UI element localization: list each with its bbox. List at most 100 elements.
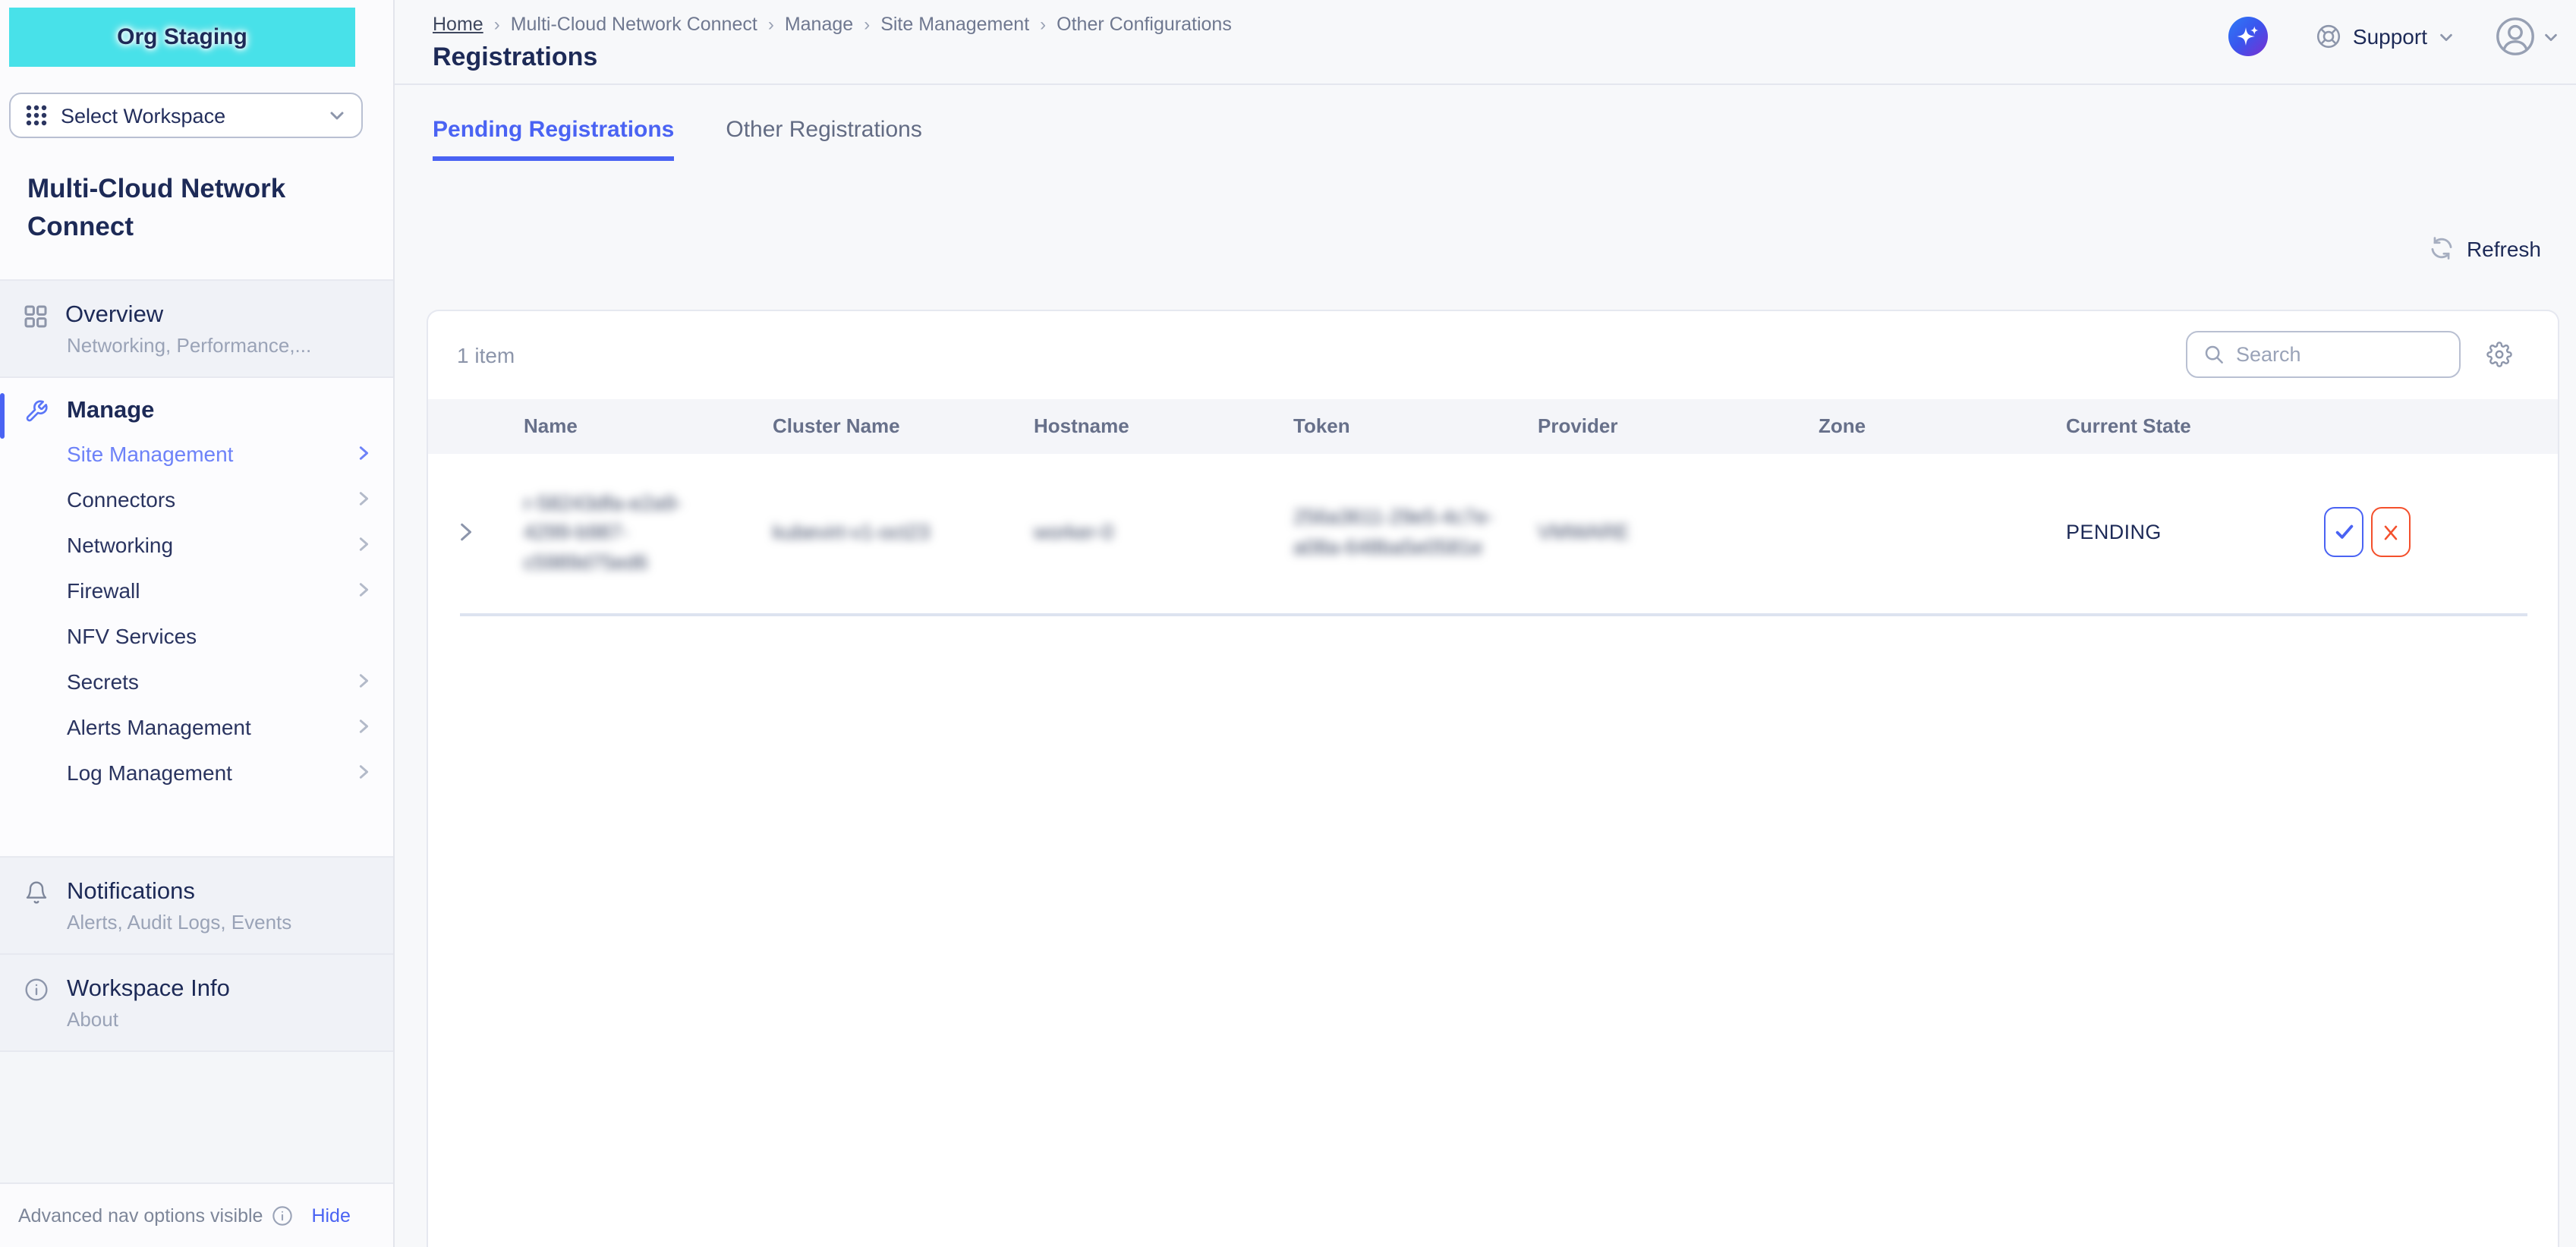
cell-cluster-name: kubevirt-v1-oct23	[773, 518, 1034, 547]
content: Home › Multi-Cloud Network Connect › Man…	[395, 0, 2576, 1247]
sidebar-item-label: Workspace Info	[67, 975, 230, 1003]
sidebar-item-label: Overview	[65, 301, 163, 329]
sidebar-item-label: Manage	[67, 397, 154, 424]
chevron-right-icon	[355, 718, 372, 735]
info-icon	[272, 1204, 293, 1226]
refresh-icon	[2429, 235, 2455, 261]
sidebar-item-site-management[interactable]: Site Management	[0, 430, 393, 476]
cell-provider: VMWARE	[1538, 518, 1819, 547]
wrench-icon	[24, 398, 49, 423]
chevron-right-icon: ›	[1029, 14, 1057, 35]
workspace-title: Multi-Cloud Network Connect	[27, 170, 357, 245]
cell-hostname: worker-0	[1034, 518, 1293, 547]
table-header: Name Cluster Name Hostname Token Provide…	[428, 398, 2558, 453]
chevron-down-icon	[2543, 28, 2559, 45]
breadcrumb-item[interactable]: Manage	[785, 14, 853, 35]
tab-other-registrations[interactable]: Other Registrations	[726, 117, 921, 161]
user-avatar-icon	[2496, 17, 2535, 56]
table-toolbar: 1 item	[428, 310, 2558, 398]
ai-assistant-button[interactable]	[2228, 17, 2268, 56]
sidebar-footer: Advanced nav options visible Hide	[0, 1182, 393, 1247]
row-expand-icon[interactable]	[428, 523, 524, 543]
bell-icon	[24, 880, 49, 904]
sidebar-item-manage[interactable]: Manage	[0, 377, 393, 430]
column-header-provider: Provider	[1538, 414, 1819, 437]
tab-pending-registrations[interactable]: Pending Registrations	[433, 117, 674, 161]
sidebar-item-label: Connectors	[67, 487, 175, 511]
cell-actions	[2324, 508, 2558, 558]
search-icon	[2203, 343, 2225, 366]
sidebar-section-manage: Manage Site Management Connectors Networ…	[0, 376, 393, 855]
support-menu[interactable]: Support	[2315, 23, 2455, 50]
refresh-label: Refresh	[2467, 236, 2541, 260]
info-icon	[24, 977, 49, 1001]
sidebar-item-overview[interactable]: Overview Networking, Performance,...	[0, 279, 393, 376]
row-divider	[460, 613, 2527, 616]
gear-icon[interactable]	[2486, 342, 2512, 367]
registrations-table-card: 1 item	[427, 309, 2559, 1247]
check-icon	[2332, 521, 2355, 544]
tabs: Pending Registrations Other Registration…	[395, 117, 2576, 161]
grid-dots-icon	[26, 105, 47, 126]
refresh-button[interactable]: Refresh	[2429, 235, 2541, 261]
sidebar-item-log-management[interactable]: Log Management	[0, 749, 393, 795]
sidebar-item-subtitle: About	[67, 1007, 369, 1030]
sidebar-item-firewall[interactable]: Firewall	[0, 567, 393, 612]
account-menu[interactable]	[2496, 17, 2559, 56]
x-icon	[2380, 522, 2401, 543]
column-header-hostname: Hostname	[1034, 414, 1293, 437]
cell-token: 256a3611-29e5-4c7e- a08a-648ba5e0581e	[1293, 503, 1538, 562]
breadcrumb-item[interactable]: Multi-Cloud Network Connect	[511, 14, 757, 35]
sidebar-item-label: Firewall	[67, 578, 140, 602]
sidebar-item-subtitle: Alerts, Audit Logs, Events	[67, 910, 369, 933]
sidebar-spacer	[0, 1050, 393, 1182]
sidebar-item-alerts-management[interactable]: Alerts Management	[0, 704, 393, 749]
sidebar-item-nfv-services[interactable]: NFV Services	[0, 612, 393, 658]
chevron-down-icon	[2438, 28, 2455, 45]
chevron-right-icon: ›	[853, 14, 880, 35]
column-header-zone: Zone	[1819, 414, 2066, 437]
support-label: Support	[2353, 24, 2427, 49]
chevron-down-icon	[328, 106, 346, 124]
chevron-right-icon	[355, 581, 372, 598]
items-count: 1 item	[457, 342, 515, 367]
sidebar-item-label: Alerts Management	[67, 714, 251, 738]
chevron-right-icon: ›	[757, 14, 785, 35]
cell-current-state: PENDING	[2066, 521, 2324, 544]
topbar: Home › Multi-Cloud Network Connect › Man…	[395, 0, 2576, 85]
sidebar-item-connectors[interactable]: Connectors	[0, 476, 393, 521]
table-row: r-58243dfa-e2a9- 4299-b987- c5989d75ed6 …	[428, 453, 2558, 613]
sidebar: Org Staging Select Workspace Multi-Cloud…	[0, 0, 395, 1247]
chevron-right-icon: ›	[483, 14, 511, 35]
sparkle-ai-icon	[2234, 23, 2262, 50]
life-ring-icon	[2315, 23, 2342, 50]
workspace-selector[interactable]: Select Workspace	[9, 93, 363, 138]
sidebar-item-label: Notifications	[67, 878, 195, 905]
org-banner[interactable]: Org Staging	[9, 8, 355, 67]
advanced-nav-text: Advanced nav options visible	[18, 1204, 263, 1226]
search-box	[2186, 331, 2461, 378]
chevron-right-icon	[355, 672, 372, 689]
workspace-selector-label: Select Workspace	[61, 104, 225, 127]
search-input[interactable]	[2236, 343, 2418, 366]
sidebar-item-workspace-info[interactable]: Workspace Info About	[0, 953, 393, 1050]
breadcrumb-item[interactable]: Site Management	[880, 14, 1029, 35]
chevron-right-icon	[355, 490, 372, 507]
app-root: Org Staging Select Workspace Multi-Cloud…	[0, 0, 2576, 1247]
chevron-right-icon	[355, 764, 372, 780]
hide-advanced-nav-link[interactable]: Hide	[311, 1204, 350, 1226]
breadcrumb-item[interactable]: Other Configurations	[1057, 14, 1232, 35]
reject-button[interactable]	[2371, 508, 2411, 558]
sidebar-item-secrets[interactable]: Secrets	[0, 658, 393, 704]
topbar-actions: Support	[2228, 0, 2559, 73]
sidebar-item-networking[interactable]: Networking	[0, 521, 393, 567]
approve-button[interactable]	[2324, 508, 2363, 558]
column-header-name: Name	[524, 414, 773, 437]
chevron-right-icon	[355, 445, 372, 461]
column-header-token: Token	[1293, 414, 1538, 437]
breadcrumb-home[interactable]: Home	[433, 14, 483, 35]
column-header-current-state: Current State	[2066, 414, 2324, 437]
sidebar-item-label: NFV Services	[67, 623, 197, 647]
sidebar-item-notifications[interactable]: Notifications Alerts, Audit Logs, Events	[0, 855, 393, 953]
sidebar-item-subtitle: Networking, Performance,...	[67, 333, 369, 356]
